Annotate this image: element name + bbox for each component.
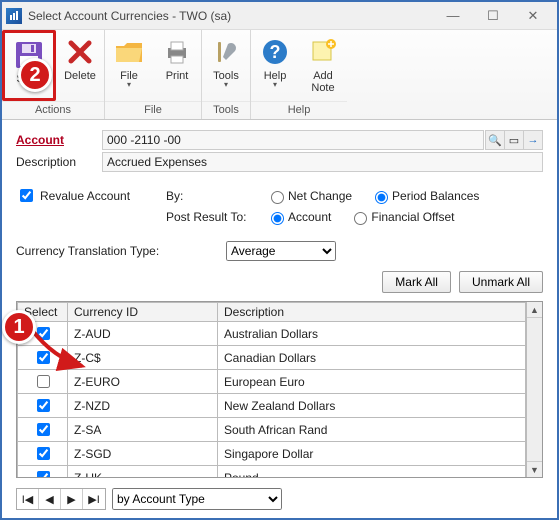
cell-currencyid: Z-C$ xyxy=(68,346,218,370)
col-currencyid[interactable]: Currency ID xyxy=(68,303,218,322)
cell-description: New Zealand Dollars xyxy=(218,394,526,418)
revalue-label: Revalue Account xyxy=(40,189,130,203)
chevron-down-icon: ▾ xyxy=(273,80,277,89)
table-row[interactable]: Z-SGDSingapore Dollar xyxy=(18,442,526,466)
ribbon-group-actions-label: Actions xyxy=(2,101,104,119)
description-field: Accrued Expenses xyxy=(102,152,543,172)
table-row[interactable]: Z-EUROEuropean Euro xyxy=(18,370,526,394)
scroll-up-icon[interactable]: ▲ xyxy=(527,302,542,318)
callout-2: 2 xyxy=(18,58,52,92)
mark-all-button[interactable]: Mark All xyxy=(382,271,451,293)
cell-description: Australian Dollars xyxy=(218,322,526,346)
table-row[interactable]: Z-UKPound xyxy=(18,466,526,478)
help-icon: ? xyxy=(259,36,291,68)
tools-button[interactable]: Tools ▾ xyxy=(202,30,250,101)
cell-currencyid: Z-NZD xyxy=(68,394,218,418)
ctt-label: Currency Translation Type: xyxy=(16,244,226,258)
unmark-all-button[interactable]: Unmark All xyxy=(459,271,543,293)
chevron-down-icon: ▾ xyxy=(224,80,228,89)
nav-last-button[interactable]: ▶I xyxy=(83,489,105,509)
delete-button[interactable]: Delete xyxy=(56,30,104,101)
cell-currencyid: Z-AUD xyxy=(68,322,218,346)
ribbon-group-tools: Tools ▾ Tools xyxy=(202,30,251,119)
ribbon: Save Delete Actions File ▾ xyxy=(2,30,557,120)
arrow-right-icon[interactable]: → xyxy=(523,130,543,150)
content-area: Account 000 -2110 -00 🔍 ▭ → Description … xyxy=(2,120,557,518)
row-checkbox[interactable] xyxy=(37,447,50,460)
col-description[interactable]: Description xyxy=(218,303,526,322)
cell-currencyid: Z-EURO xyxy=(68,370,218,394)
finoffset-radio[interactable]: Financial Offset xyxy=(349,209,454,225)
account-radio[interactable]: Account xyxy=(266,209,331,225)
nav-prev-button[interactable]: ◀ xyxy=(39,489,61,509)
cell-currencyid: Z-SA xyxy=(68,418,218,442)
minimize-button[interactable]: — xyxy=(433,2,473,30)
periodbal-radio[interactable]: Period Balances xyxy=(370,188,479,204)
window-title: Select Account Currencies - TWO (sa) xyxy=(28,9,231,23)
cell-description: South African Rand xyxy=(218,418,526,442)
ribbon-group-help-label: Help xyxy=(251,101,347,119)
table-row[interactable]: Z-AUDAustralian Dollars xyxy=(18,322,526,346)
print-icon xyxy=(161,36,193,68)
row-checkbox[interactable] xyxy=(37,423,50,436)
nav-first-button[interactable]: I◀ xyxy=(17,489,39,509)
postresult-label: Post Result To: xyxy=(166,210,266,224)
description-label: Description xyxy=(16,155,102,169)
ribbon-group-file: File ▾ Print File xyxy=(105,30,202,119)
callout-1: 1 xyxy=(2,310,36,344)
scroll-down-icon[interactable]: ▼ xyxy=(527,461,542,477)
revalue-checkbox-input[interactable] xyxy=(20,189,33,202)
delete-label: Delete xyxy=(64,70,96,82)
title-bar: Select Account Currencies - TWO (sa) — ☐… xyxy=(2,2,557,30)
netchange-radio[interactable]: Net Change xyxy=(266,188,352,204)
lookup-icon[interactable]: 🔍 xyxy=(485,130,505,150)
expand-icon[interactable]: ▭ xyxy=(504,130,524,150)
row-checkbox[interactable] xyxy=(37,351,50,364)
ribbon-group-file-label: File xyxy=(105,101,201,119)
file-button[interactable]: File ▾ xyxy=(105,30,153,101)
row-checkbox[interactable] xyxy=(37,399,50,412)
by-label: By: xyxy=(166,189,266,203)
close-button[interactable]: ✕ xyxy=(513,2,553,30)
folder-icon xyxy=(113,36,145,68)
tools-icon xyxy=(210,36,242,68)
print-button[interactable]: Print xyxy=(153,30,201,101)
table-row[interactable]: Z-SASouth African Rand xyxy=(18,418,526,442)
print-label: Print xyxy=(166,70,189,82)
note-icon xyxy=(307,36,339,68)
add-note-label: AddNote xyxy=(311,70,334,94)
currency-grid: Select Currency ID Description Z-AUDAust… xyxy=(16,301,543,478)
row-checkbox[interactable] xyxy=(37,471,50,477)
row-checkbox[interactable] xyxy=(37,375,50,388)
ribbon-group-help: ? Help ▾ AddNote Help xyxy=(251,30,347,119)
ribbon-group-tools-label: Tools xyxy=(202,101,250,119)
ctt-select[interactable]: Average xyxy=(226,241,336,261)
account-label-link[interactable]: Account xyxy=(16,133,102,147)
cell-description: Singapore Dollar xyxy=(218,442,526,466)
nav-sort-select[interactable]: by Account Type xyxy=(112,488,282,510)
nav-next-button[interactable]: ▶ xyxy=(61,489,83,509)
cell-currencyid: Z-SGD xyxy=(68,442,218,466)
cell-currencyid: Z-UK xyxy=(68,466,218,478)
row-checkbox[interactable] xyxy=(37,327,50,340)
vertical-scrollbar[interactable]: ▲ ▼ xyxy=(526,302,542,477)
add-note-button[interactable]: AddNote xyxy=(299,30,347,101)
account-field[interactable]: 000 -2110 -00 xyxy=(102,130,484,150)
table-row[interactable]: Z-C$Canadian Dollars xyxy=(18,346,526,370)
table-row[interactable]: Z-NZDNew Zealand Dollars xyxy=(18,394,526,418)
cell-description: European Euro xyxy=(218,370,526,394)
app-icon xyxy=(6,8,22,24)
svg-text:?: ? xyxy=(270,42,281,62)
revalue-checkbox[interactable]: Revalue Account xyxy=(16,186,166,205)
cell-description: Pound xyxy=(218,466,526,478)
app-window: Select Account Currencies - TWO (sa) — ☐… xyxy=(0,0,559,520)
help-button[interactable]: ? Help ▾ xyxy=(251,30,299,101)
delete-icon xyxy=(64,36,96,68)
maximize-button[interactable]: ☐ xyxy=(473,2,513,30)
record-nav: I◀ ◀ ▶ ▶I xyxy=(16,488,106,510)
cell-description: Canadian Dollars xyxy=(218,346,526,370)
chevron-down-icon: ▾ xyxy=(127,80,131,89)
currency-table: Select Currency ID Description Z-AUDAust… xyxy=(17,302,526,477)
